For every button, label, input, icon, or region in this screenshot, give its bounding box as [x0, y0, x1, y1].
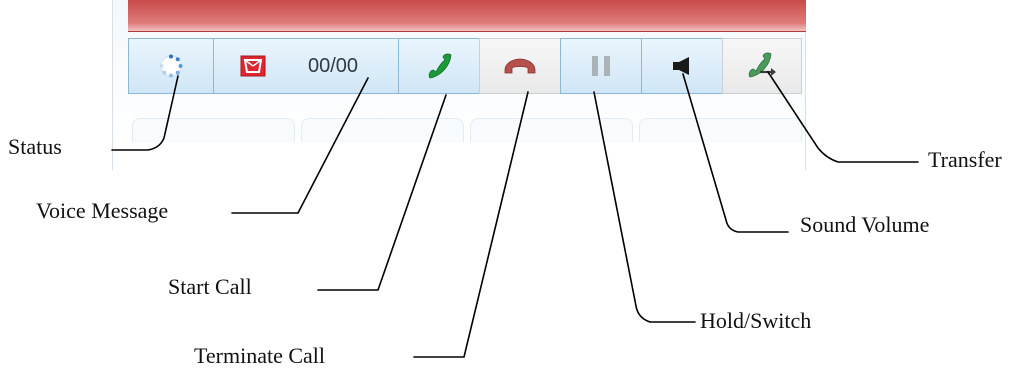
- label-voice-message: Voice Message: [36, 198, 169, 223]
- label-sound-volume: Sound Volume: [800, 212, 930, 237]
- label-start-call: Start Call: [168, 274, 252, 299]
- leader-sound-volume: [682, 73, 789, 233]
- leader-voice-message: [231, 77, 369, 214]
- label-transfer: Transfer: [928, 147, 1002, 172]
- leader-status: [111, 75, 179, 151]
- leader-hold-switch: [593, 91, 696, 323]
- callout-leader-lines: [111, 71, 919, 358]
- leader-transfer: [767, 71, 919, 163]
- leader-start-call: [317, 94, 447, 291]
- label-terminate-call: Terminate Call: [194, 343, 326, 368]
- label-hold-switch: Hold/Switch: [700, 308, 812, 333]
- label-status: Status: [8, 134, 62, 159]
- leader-terminate-call: [413, 91, 529, 358]
